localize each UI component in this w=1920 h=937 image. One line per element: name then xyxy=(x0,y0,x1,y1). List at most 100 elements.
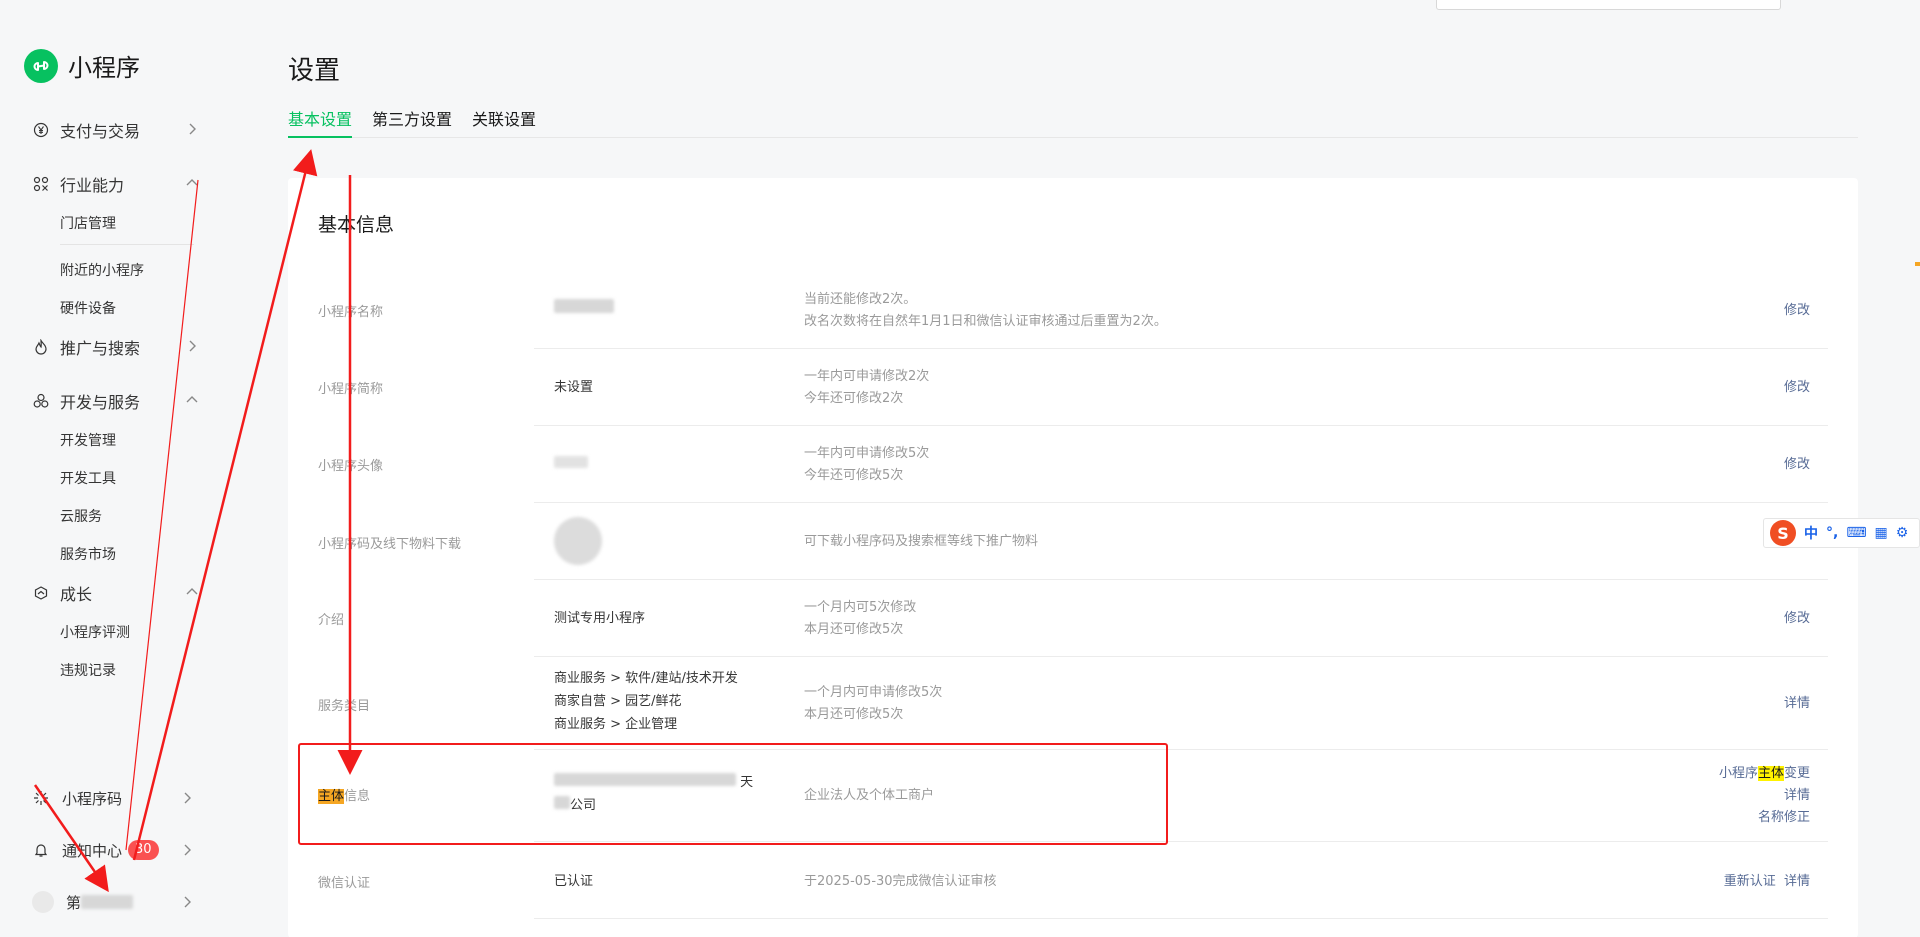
row-label: 小程序码及线下物料下载 xyxy=(318,537,462,552)
sidebar-item-violations[interactable]: 违规记录 xyxy=(0,651,220,689)
row-label: 小程序头像 xyxy=(318,459,384,474)
row-value: 已认证 xyxy=(554,874,594,889)
link-text: 小程序 xyxy=(1718,766,1758,781)
blurred-avatar xyxy=(554,456,588,468)
sidebar-group-label: 成长 xyxy=(60,585,93,604)
sidebar-item-code[interactable]: 小程序码 xyxy=(0,772,220,824)
desc-line: 本月还可修改5次 xyxy=(804,622,904,637)
desc-line: 改名次数将在自然年1月1日和微信认证审核通过后重置为2次。 xyxy=(804,314,1167,329)
row-wechat-verify: 微信认证 已认证 于2025-05-30完成微信认证审核 重新认证 详情 xyxy=(318,842,1828,919)
details-link[interactable]: 详情 xyxy=(1784,874,1810,889)
row-label: 介绍 xyxy=(318,613,345,628)
row-name: 小程序名称 当前还能修改2次。 改名次数将在自然年1月1日和微信认证审核通过后重… xyxy=(318,272,1828,349)
category-item: 商业服务 > 企业管理 xyxy=(554,717,678,732)
sidebar-item-label: 通知中心 xyxy=(62,841,123,860)
sidebar-item-notification[interactable]: 通知中心 30 xyxy=(0,824,220,876)
chevron-right-icon xyxy=(184,792,191,804)
details-link[interactable]: 详情 xyxy=(1719,785,1810,807)
chevron-right-icon xyxy=(189,340,196,352)
reverify-link[interactable]: 重新认证 xyxy=(1724,874,1776,889)
sidebar-group-payment[interactable]: 支付与交易 xyxy=(0,110,220,150)
scrollbar-marker xyxy=(1915,262,1920,266)
sidebar-item-evaluation[interactable]: 小程序评测 xyxy=(0,613,220,651)
row-value: 未设置 xyxy=(554,380,594,395)
settings-tabs: 基本设置 第三方设置 关联设置 xyxy=(288,108,1858,138)
desc-line: 一个月内可申请修改5次 xyxy=(804,685,943,700)
avatar xyxy=(32,891,54,913)
sidebar-group-growth[interactable]: 成长 xyxy=(0,573,220,613)
row-label: 小程序名称 xyxy=(318,305,384,320)
ime-toolbar[interactable]: S 中 °, ⌨ ▦ ⚙ xyxy=(1763,518,1920,548)
sidebar-item-store[interactable]: 门店管理 xyxy=(0,204,220,242)
desc-line: 今年还可修改2次 xyxy=(804,391,904,406)
desc-line: 可下载小程序码及搜索框等线下推广物料 xyxy=(804,534,1039,549)
sidebar-item-hardware[interactable]: 硬件设备 xyxy=(0,289,220,327)
row-action: 修改 xyxy=(1784,377,1810,399)
flame-icon xyxy=(32,338,50,356)
chevron-up-icon xyxy=(186,396,198,403)
row-divider xyxy=(534,918,1828,919)
row-action: 修改 xyxy=(1784,300,1810,322)
row-value: 商业服务 > 软件/建站/技术开发 商家自营 > 园艺/鲜花 商业服务 > 企业… xyxy=(554,667,738,736)
sidebar-group-label: 支付与交易 xyxy=(60,122,141,141)
sidebar-item-label: 小程序码 xyxy=(62,789,123,808)
row-action: 重新认证 详情 xyxy=(1724,871,1810,893)
row-desc: 一年内可申请修改5次 今年还可修改5次 xyxy=(804,443,929,487)
sidebar-item-market[interactable]: 服务市场 xyxy=(0,535,220,573)
sidebar-item-dev-manage[interactable]: 开发管理 xyxy=(0,421,220,459)
details-link[interactable]: 详情 xyxy=(1784,696,1810,711)
edit-link[interactable]: 修改 xyxy=(1784,611,1810,626)
row-desc: 一个月内可5次修改 本月还可修改5次 xyxy=(804,597,916,641)
edit-link[interactable]: 修改 xyxy=(1784,457,1810,472)
growth-icon xyxy=(32,584,50,602)
sidebar-divider xyxy=(60,244,194,245)
notification-badge: 30 xyxy=(128,840,159,860)
name-correction-link[interactable]: 名称修正 xyxy=(1719,807,1810,829)
row-action: 修改 xyxy=(1784,454,1810,476)
sidebar-item-account[interactable]: 第 xyxy=(0,876,220,928)
sidebar-item-nearby[interactable]: 附近的小程序 xyxy=(0,251,220,289)
tab-basic-settings[interactable]: 基本设置 xyxy=(288,108,353,138)
row-intro: 介绍 测试专用小程序 一个月内可5次修改 本月还可修改5次 修改 xyxy=(318,580,1828,657)
edit-link[interactable]: 修改 xyxy=(1784,380,1810,395)
cluster-icon xyxy=(32,392,50,410)
row-value xyxy=(554,453,588,476)
sidebar-group-label: 推广与搜索 xyxy=(60,339,141,358)
sidebar-group-dev[interactable]: 开发与服务 xyxy=(0,381,220,421)
ime-punctuation-icon[interactable]: °, xyxy=(1826,525,1838,541)
row-label: 服务类目 xyxy=(318,699,371,714)
brand[interactable]: 小程序 xyxy=(24,48,140,83)
chevron-up-icon xyxy=(186,588,198,595)
yuan-icon xyxy=(32,121,50,139)
sogou-logo-icon: S xyxy=(1770,520,1796,546)
annotation-highlight-box xyxy=(298,743,1168,845)
subject-change-link[interactable]: 小程序主体变更 xyxy=(1719,763,1810,785)
sparkle-icon xyxy=(32,789,50,807)
chevron-right-icon xyxy=(184,896,191,908)
dropdown-popup-fragment xyxy=(1436,0,1781,10)
grid-menu-icon[interactable]: ▦ xyxy=(1875,525,1888,541)
chevron-right-icon xyxy=(184,844,191,856)
keyboard-icon[interactable]: ⌨ xyxy=(1846,525,1866,541)
row-short-name: 小程序简称 未设置 一年内可申请修改2次 今年还可修改2次 修改 xyxy=(318,349,1828,426)
sidebar-group-industry[interactable]: 行业能力 xyxy=(0,164,220,204)
row-label: 小程序简称 xyxy=(318,382,384,397)
row-desc: 一年内可申请修改2次 今年还可修改2次 xyxy=(804,366,929,410)
miniprogram-logo-icon xyxy=(24,48,58,83)
sidebar-item-dev-tools[interactable]: 开发工具 xyxy=(0,459,220,497)
tab-association-settings[interactable]: 关联设置 xyxy=(472,108,536,138)
settings-icon[interactable]: ⚙ xyxy=(1896,525,1909,541)
sidebar-bottom: 小程序码 通知中心 30 第 xyxy=(0,772,220,928)
edit-link[interactable]: 修改 xyxy=(1784,303,1810,318)
desc-line: 今年还可修改5次 xyxy=(804,468,904,483)
blurred-name xyxy=(554,299,614,313)
sidebar: 小程序 支付与交易 行业能力 门店管理 附近的小程序 硬件设备 推广与搜索 开发… xyxy=(0,0,220,937)
category-item: 商家自营 > 园艺/鲜花 xyxy=(554,694,682,709)
tab-third-party-settings[interactable]: 第三方设置 xyxy=(372,108,452,138)
sidebar-item-cloud[interactable]: 云服务 xyxy=(0,497,220,535)
link-highlight: 主体 xyxy=(1757,766,1784,781)
ime-lang-toggle[interactable]: 中 xyxy=(1804,523,1818,543)
desc-line: 一年内可申请修改2次 xyxy=(804,369,930,384)
qrcode-thumbnail[interactable] xyxy=(554,517,602,565)
sidebar-group-promotion[interactable]: 推广与搜索 xyxy=(0,327,220,367)
